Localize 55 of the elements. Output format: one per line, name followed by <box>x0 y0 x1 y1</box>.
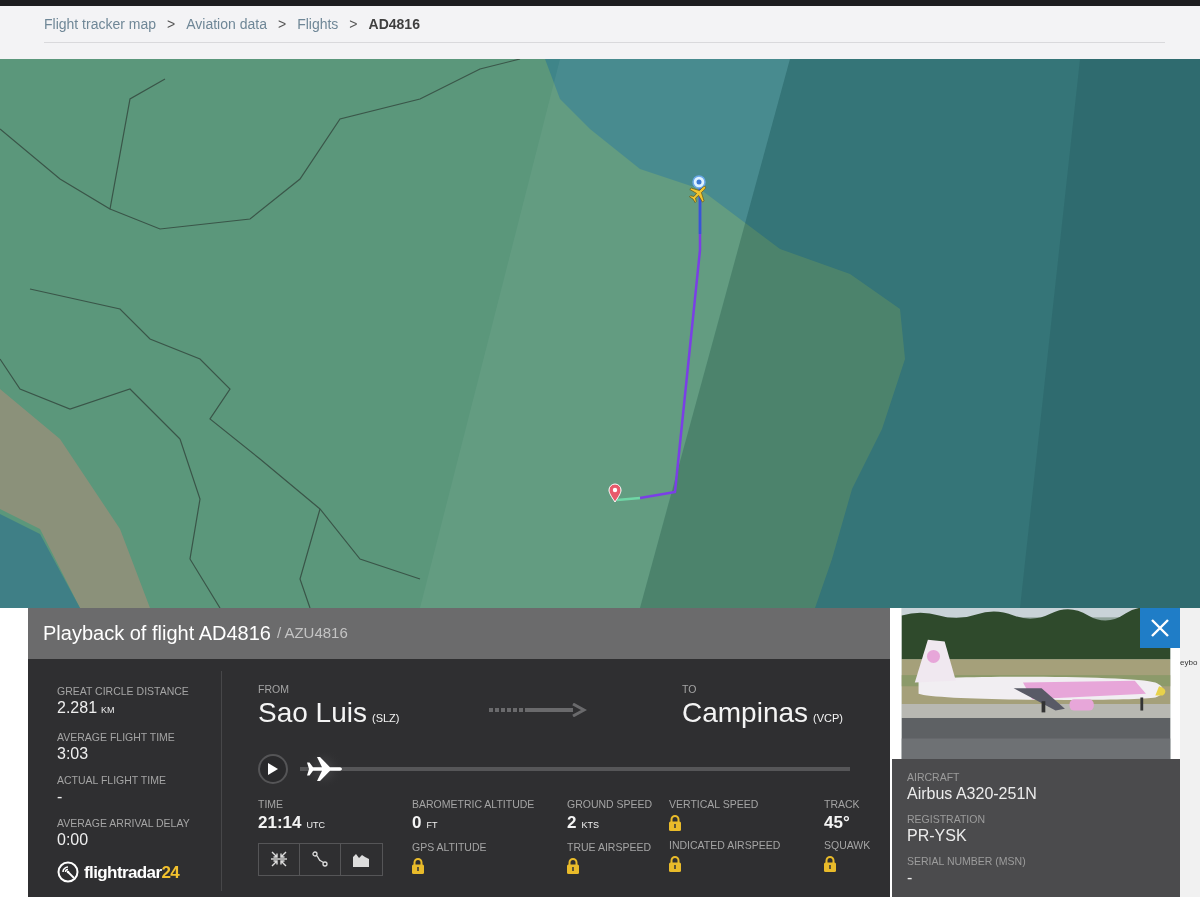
stat-value: 3:03 <box>57 743 90 763</box>
breadcrumb-link[interactable]: Aviation data <box>186 13 267 35</box>
metric-label: GROUND SPEED <box>567 797 654 811</box>
altitude-chart-button[interactable] <box>341 842 383 876</box>
collapse-arrows-icon <box>270 851 287 867</box>
aircraft-field-value: Airbus A320-251N <box>907 784 1038 803</box>
collapse-button[interactable] <box>258 842 300 876</box>
stat-label: AVERAGE FLIGHT TIME <box>57 730 176 744</box>
airplane-marker-icon <box>689 186 706 203</box>
route-label: FROM <box>258 682 290 696</box>
aircraft-field-label: REGISTRATION <box>907 813 986 826</box>
route-dots-icon <box>311 851 328 867</box>
metric-value: 2 KTS <box>567 811 600 834</box>
metric-label: VERTICAL SPEED <box>669 797 760 811</box>
route-button[interactable] <box>299 842 341 876</box>
stat-label: ACTUAL FLIGHT TIME <box>57 773 167 787</box>
breadcrumb-current: AD4816 <box>368 14 420 34</box>
breadcrumb-separator: > <box>277 14 287 34</box>
panel-title: Playback of flight AD4816 <box>43 621 271 647</box>
metric-value: 45° <box>824 811 851 834</box>
metric-label: TRUE AIRSPEED <box>567 840 653 854</box>
dashed-arrow-icon <box>489 702 587 717</box>
metric-label: TRACK <box>824 797 861 811</box>
airport-city: Sao Luis (SLZ) <box>258 695 401 730</box>
logo-text: flightradar24 <box>84 861 180 884</box>
radar-logo-icon <box>57 861 79 884</box>
breadcrumb-separator: > <box>349 14 358 34</box>
edge-text: eybo <box>1180 657 1198 668</box>
metric-label: BAROMETRIC ALTITUDE <box>412 797 536 811</box>
breadcrumb-link[interactable]: Flight tracker map <box>44 13 157 35</box>
close-icon <box>1150 618 1170 638</box>
metric-label: GPS ALTITUDE <box>412 840 488 854</box>
stat-label: GREAT CIRCLE DISTANCE <box>57 684 190 698</box>
aircraft-field-label: AIRCRAFT <box>907 771 961 784</box>
callsign-subtitle: / AZU4816 <box>276 623 348 643</box>
metric-label: SQUAWK <box>824 838 872 852</box>
metric-value: 0 FT <box>412 811 439 834</box>
aircraft-field-value: PR-YSK <box>907 826 968 845</box>
close-button[interactable] <box>1140 608 1180 648</box>
breadcrumb-link[interactable]: Flights <box>297 13 339 35</box>
time-value: 21:14 UTC <box>258 811 326 834</box>
metric-label: INDICATED AIRSPEED <box>669 838 782 852</box>
aircraft-field-value: - <box>907 868 914 887</box>
stat-value: 0:00 <box>57 829 90 849</box>
play-button[interactable] <box>258 753 288 784</box>
destination-pin-icon <box>608 483 622 503</box>
airport-city: Campinas (VCP) <box>682 695 843 730</box>
stat-value: - <box>57 786 64 806</box>
stat-value: 2.281 KM <box>57 697 116 718</box>
route-label: TO <box>682 682 698 696</box>
metric-label: TIME <box>258 797 285 811</box>
stat-label: AVERAGE ARRIVAL DELAY <box>57 816 191 830</box>
aircraft-field-label: SERIAL NUMBER (MSN) <box>907 855 1027 868</box>
play-icon <box>268 762 278 775</box>
breadcrumb-separator: > <box>167 14 176 34</box>
